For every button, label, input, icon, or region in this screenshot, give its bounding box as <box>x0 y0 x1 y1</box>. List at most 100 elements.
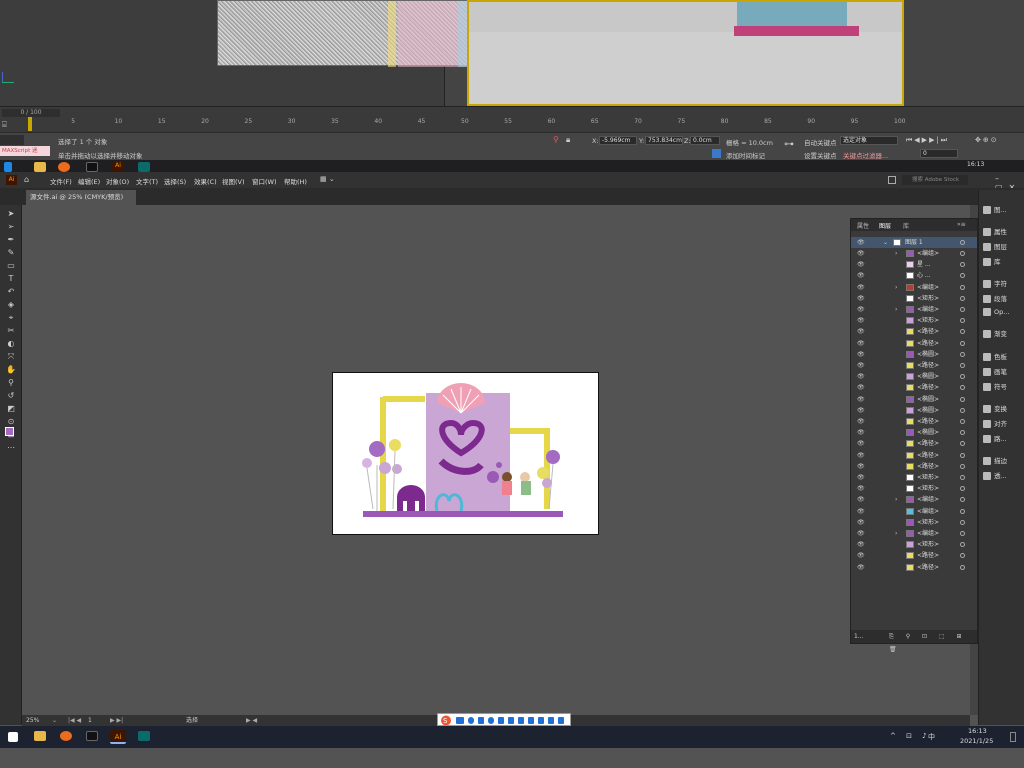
expand-chevron-icon[interactable]: › <box>895 248 897 259</box>
visibility-eye-icon[interactable]: 👁︎ <box>857 528 865 539</box>
visibility-eye-icon[interactable]: 👁︎ <box>857 382 865 393</box>
lock-icon[interactable]: 🔒︎ <box>566 135 570 145</box>
layer-row[interactable]: 👁︎ <椭圆> <box>851 371 977 382</box>
frame-field[interactable]: 0 <box>920 149 958 158</box>
layer-row[interactable]: 👁︎ <路径> <box>851 416 977 427</box>
add-time-tag-button[interactable]: 添加时间标记 <box>726 150 765 160</box>
layer-row[interactable]: 👁︎ 心 ... <box>851 270 977 281</box>
menu-item[interactable]: 视图(V) <box>222 176 245 186</box>
layer-row-top[interactable]: 👁︎ ⌄ 图层 1 <box>851 237 977 248</box>
3dsmax-taskbar-icon[interactable] <box>138 162 150 172</box>
playback-controls[interactable]: ⏮◀▶▶|⏭ <box>906 136 949 145</box>
terminal-icon[interactable] <box>86 731 98 741</box>
visibility-eye-icon[interactable]: 👁︎ <box>857 416 865 427</box>
time-slider-handle[interactable] <box>28 117 32 131</box>
visibility-eye-icon[interactable]: 👁︎ <box>857 338 865 349</box>
dock-item[interactable]: 对齐 <box>983 418 1007 428</box>
notification-icon[interactable] <box>1010 732 1016 742</box>
rectangle-tool-icon[interactable]: ▭ <box>6 261 16 270</box>
document-tab[interactable]: 源文件.ai @ 25% (CMYK/预览) ✕ <box>26 190 136 216</box>
visibility-eye-icon[interactable]: 👁︎ <box>857 539 865 550</box>
visibility-eye-icon[interactable]: 👁︎ <box>857 517 865 528</box>
visibility-eye-icon[interactable]: 👁︎ <box>857 270 865 281</box>
edit-toolbar-icon[interactable]: ⋯ <box>6 443 16 452</box>
ime-toolbar[interactable]: S <box>437 713 571 726</box>
target-icon[interactable] <box>960 486 965 492</box>
time-tag-icon[interactable] <box>712 149 721 158</box>
browser-icon[interactable] <box>60 731 72 741</box>
layer-row[interactable]: 👁︎ <路径> <box>851 550 977 561</box>
target-icon[interactable] <box>960 452 965 458</box>
prev-artboard-icon[interactable]: |◀ ◀ <box>68 715 81 726</box>
maxscript-listener[interactable]: MAXScript 迷 <box>0 146 50 156</box>
visibility-eye-icon[interactable]: 👁︎ <box>857 506 865 517</box>
illustrator-taskbar-icon[interactable]: Ai <box>112 162 124 172</box>
visibility-eye-icon[interactable]: 👁︎ <box>857 438 865 449</box>
windows-start-icon[interactable] <box>8 732 18 742</box>
visibility-eye-icon[interactable]: 👁︎ <box>857 237 865 248</box>
dock-item[interactable]: 透... <box>983 470 1007 480</box>
dock-item[interactable]: 字符 <box>983 278 1007 288</box>
dock-item[interactable]: 图... <box>983 204 1007 214</box>
dock-item[interactable]: 渐变 <box>983 328 1007 338</box>
dock-item[interactable]: 画笔 <box>983 366 1007 376</box>
target-icon[interactable] <box>960 407 965 413</box>
zoom-field[interactable]: 25% <box>26 715 39 726</box>
menu-item[interactable]: 编辑(E) <box>78 176 100 186</box>
workspace-switcher-icon[interactable]: ▦ ⌄ <box>320 175 335 183</box>
draw-mode-icon[interactable]: ⊙ <box>6 417 16 426</box>
dock-item[interactable]: 库 <box>983 256 1001 266</box>
dock-item[interactable]: 段落 <box>983 293 1007 303</box>
target-icon[interactable] <box>960 251 965 256</box>
layer-row[interactable]: 👁︎ <椭圆> <box>851 349 977 360</box>
fill-stroke-icon[interactable]: ◩ <box>6 404 16 413</box>
dock-item[interactable]: 图层 <box>983 241 1007 251</box>
timeline-ruler[interactable]: 0510152025303540455055606570758085909510… <box>28 118 908 132</box>
stock-search-input[interactable]: 搜索 Adobe Stock <box>902 175 968 185</box>
artwork-stage-design[interactable] <box>333 373 600 536</box>
visibility-eye-icon[interactable]: 👁︎ <box>857 304 865 315</box>
visibility-eye-icon[interactable]: 👁︎ <box>857 550 865 561</box>
layer-row[interactable]: 👁︎ <椭圆> <box>851 405 977 416</box>
target-icon[interactable] <box>960 284 965 290</box>
visibility-eye-icon[interactable]: 👁︎ <box>857 461 865 472</box>
layer-row[interactable]: 👁︎ <编组> <box>851 506 977 517</box>
layer-row[interactable]: 👁︎ <路径> <box>851 562 977 573</box>
visibility-eye-icon[interactable]: 👁︎ <box>857 248 865 259</box>
key-icon[interactable]: ⊶ <box>784 139 794 150</box>
expand-chevron-icon[interactable]: › <box>895 282 897 293</box>
expand-chevron-icon[interactable]: ⌄ <box>883 237 888 248</box>
target-icon[interactable] <box>960 475 965 480</box>
viewport-nav-controls[interactable]: ✥⊕⊙ <box>975 136 999 144</box>
layer-row[interactable]: 👁︎ <矩形> <box>851 315 977 326</box>
target-icon[interactable] <box>960 508 965 514</box>
menu-item[interactable]: 效果(C) <box>194 176 217 186</box>
panel-menu-icon[interactable]: »≡ <box>957 221 966 228</box>
eyedropper-tool-icon[interactable]: ⤧ <box>6 352 16 361</box>
target-icon[interactable] <box>960 441 965 447</box>
visibility-eye-icon[interactable]: 👁︎ <box>857 293 865 304</box>
browser-icon[interactable] <box>58 162 70 172</box>
layer-row[interactable]: 👁︎ <路径> <box>851 382 977 393</box>
hand-tool-icon[interactable]: ✋ <box>6 365 16 374</box>
menu-item[interactable]: 选择(S) <box>164 176 186 186</box>
layer-row[interactable]: 👁︎ 星 ... <box>851 259 977 270</box>
layer-row[interactable]: 👁︎ <椭圆> <box>851 394 977 405</box>
target-icon[interactable] <box>960 273 965 279</box>
next-artboard-icon[interactable]: ▶ ▶| <box>110 715 123 726</box>
visibility-eye-icon[interactable]: 👁︎ <box>857 405 865 416</box>
layer-row[interactable]: 👁︎ <路径> <box>851 450 977 461</box>
target-icon[interactable] <box>960 240 965 245</box>
target-icon[interactable] <box>960 419 965 424</box>
tab-libraries[interactable]: 库 <box>903 221 909 230</box>
isolate-icon[interactable]: ⚲ <box>553 135 559 144</box>
arrange-docs-icon[interactable] <box>888 176 896 184</box>
layer-row[interactable]: 👁︎ <路径> <box>851 461 977 472</box>
layer-row[interactable]: 👁︎ <矩形> <box>851 539 977 550</box>
scissors-tool-icon[interactable]: ✂ <box>6 326 16 335</box>
dock-item[interactable]: 符号 <box>983 381 1007 391</box>
target-icon[interactable] <box>960 385 965 391</box>
visibility-eye-icon[interactable]: 👁︎ <box>857 562 865 573</box>
target-icon[interactable] <box>960 318 965 324</box>
layer-row[interactable]: 👁︎ › <编组> <box>851 528 977 539</box>
